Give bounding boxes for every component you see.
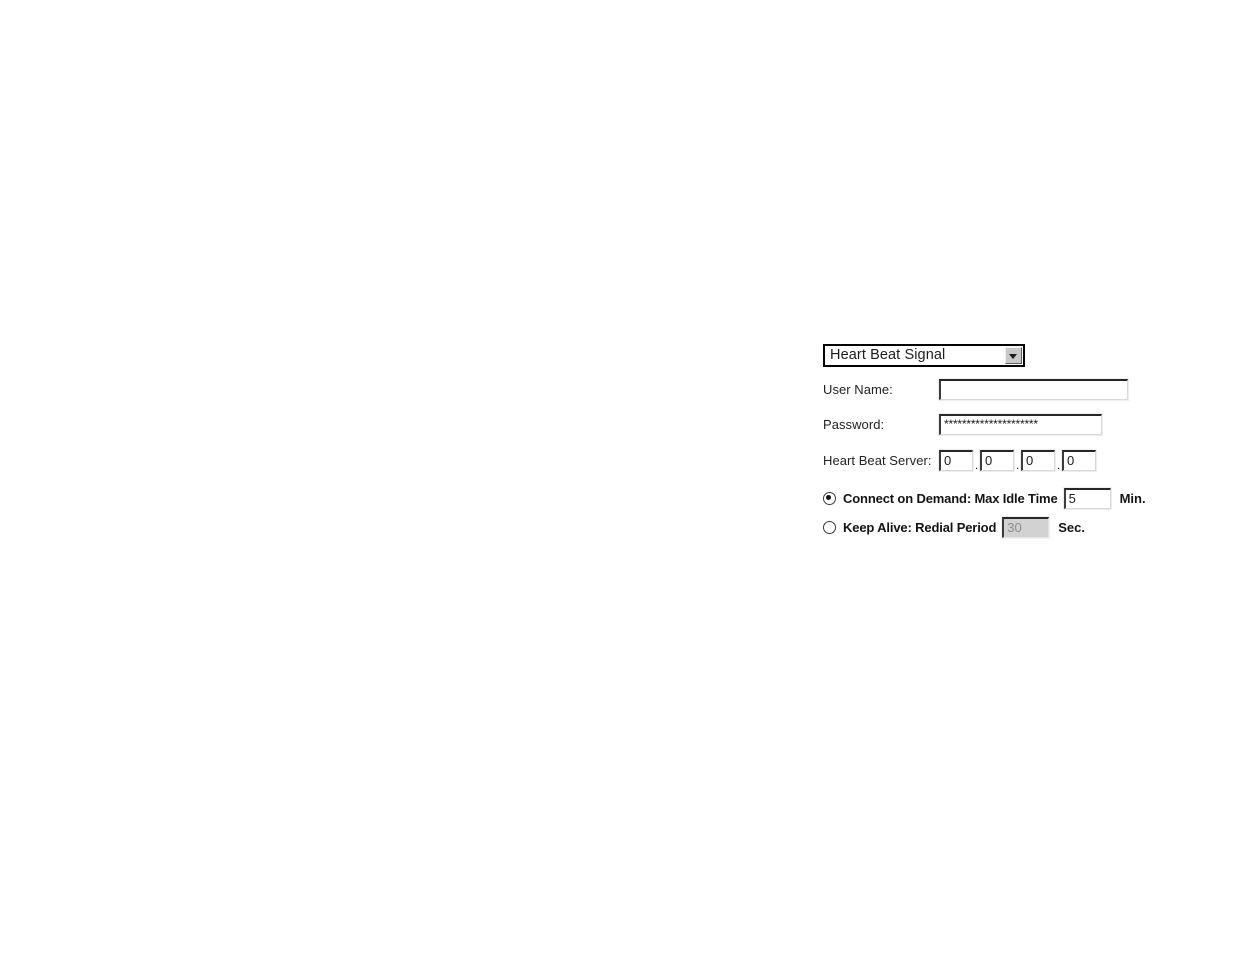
ip-separator-2: . <box>1015 457 1020 472</box>
password-row: Password: ********************* <box>823 411 1153 437</box>
max-idle-time-unit: Min. <box>1119 490 1146 506</box>
connection-type-row: Heart Beat Signal <box>823 344 1153 367</box>
user-name-label: User Name: <box>823 381 893 397</box>
connect-on-demand-row: Connect on Demand: Max Idle Time 5 Min. <box>823 486 1153 510</box>
wan-connection-panel: Heart Beat Signal User Name: Password: *… <box>823 344 1153 539</box>
password-label: Password: <box>823 416 885 432</box>
heart-beat-server-ip-group: 0 . 0 . 0 . 0 <box>938 448 1097 472</box>
redial-period-unit: Sec. <box>1058 519 1086 535</box>
chevron-down-icon[interactable] <box>1005 347 1022 364</box>
password-input[interactable]: ********************* <box>938 412 1103 436</box>
connect-on-demand-label: Connect on Demand: Max Idle Time <box>843 490 1058 506</box>
max-idle-time-input[interactable]: 5 <box>1062 486 1112 510</box>
keep-alive-label: Keep Alive: Redial Period <box>843 519 997 535</box>
redial-period-input[interactable]: 30 <box>1001 515 1051 539</box>
user-name-input[interactable] <box>938 377 1129 401</box>
heart-beat-server-octet-4[interactable]: 0 <box>1061 448 1097 472</box>
heart-beat-server-octet-3[interactable]: 0 <box>1020 448 1056 472</box>
heart-beat-server-label: Heart Beat Server: <box>823 452 932 468</box>
ip-separator-3: . <box>1056 457 1061 472</box>
heart-beat-server-octet-2[interactable]: 0 <box>979 448 1015 472</box>
heart-beat-server-row: Heart Beat Server: 0 . 0 . 0 . 0 <box>823 447 1153 473</box>
chevron-down-glyph <box>1009 354 1017 359</box>
keep-alive-row: Keep Alive: Redial Period 30 Sec. <box>823 515 1153 539</box>
heart-beat-server-octet-1[interactable]: 0 <box>938 448 974 472</box>
connect-on-demand-radio[interactable] <box>823 491 836 505</box>
user-name-row: User Name: <box>823 376 1153 402</box>
keep-alive-radio[interactable] <box>823 520 836 534</box>
connection-type-selected-value: Heart Beat Signal <box>830 347 946 363</box>
ip-separator-1: . <box>974 457 979 472</box>
connection-type-select[interactable]: Heart Beat Signal <box>823 344 1025 367</box>
